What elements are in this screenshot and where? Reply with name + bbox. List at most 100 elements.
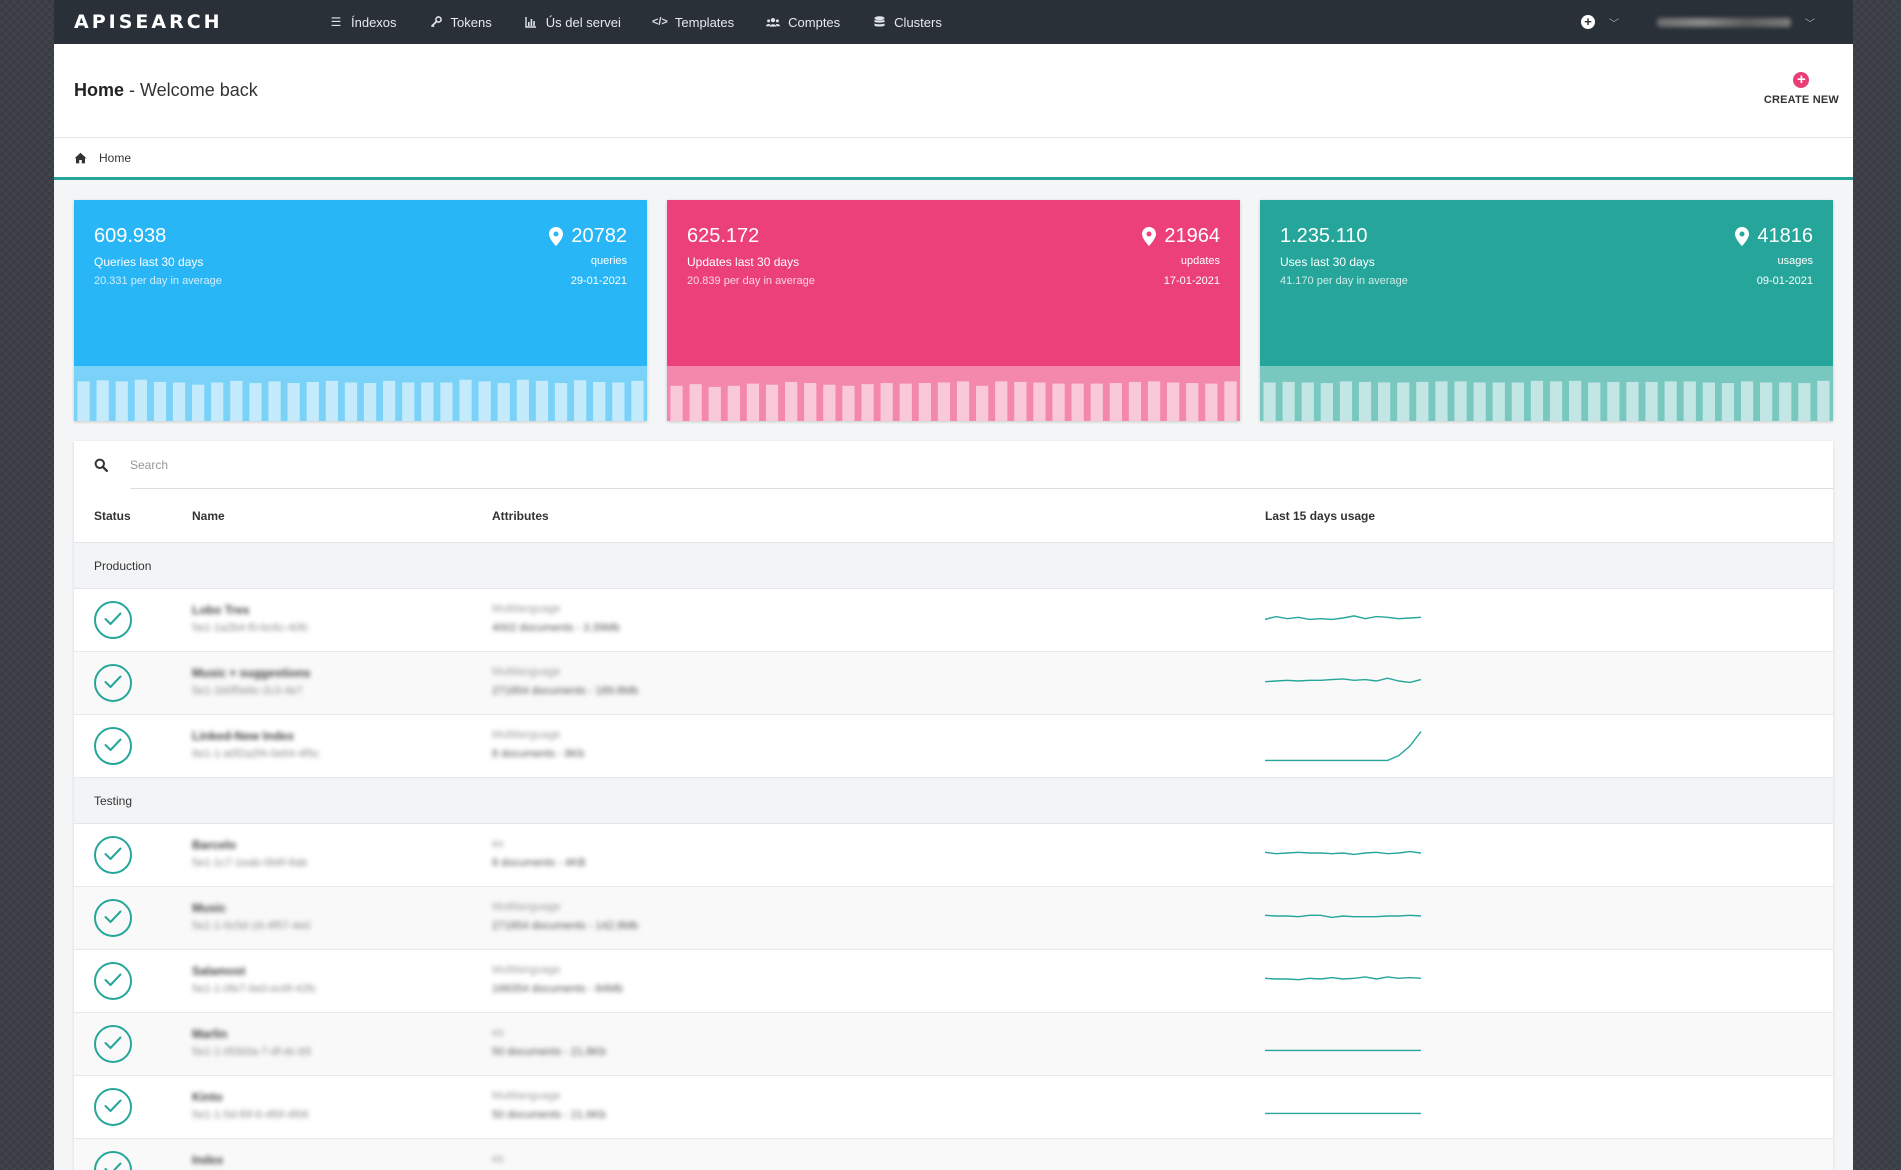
index-language: es	[492, 1153, 504, 1165]
nav-item-label: Ús del servei	[545, 14, 621, 30]
group-header: Production	[74, 543, 1833, 589]
card-label: Updates last 30 days	[687, 255, 800, 269]
daily-bar	[956, 381, 970, 421]
daily-bar	[1740, 381, 1754, 421]
nav-item-indexos[interactable]: ☰ Índexos	[329, 15, 397, 30]
daily-bar	[1397, 382, 1410, 421]
search-input[interactable]	[129, 441, 1833, 489]
table-row[interactable]: Marlin 5e1-1-0f2b0a-7-df-dc-b5 es 50 docume…	[74, 1013, 1833, 1076]
daily-bar	[115, 381, 128, 421]
daily-bar	[746, 383, 760, 421]
index-language: es	[492, 838, 504, 850]
daily-bar	[402, 382, 415, 421]
usage-sparkline	[1265, 1112, 1421, 1115]
daily-bars-chart	[667, 366, 1240, 421]
daily-bar	[249, 383, 262, 421]
daily-bar	[670, 385, 683, 421]
nav-item-label: Índexos	[351, 14, 397, 30]
daily-bar	[383, 380, 396, 421]
index-language: es	[492, 1027, 504, 1039]
table-row[interactable]: Index5e1-1-3des	[74, 1139, 1833, 1170]
index-name[interactable]: Kinto	[192, 1090, 223, 1104]
create-new-button[interactable]: + CREATE NEW	[1764, 72, 1839, 106]
index-name[interactable]: Lobo Tres	[192, 603, 249, 617]
daily-bar	[1282, 381, 1295, 421]
daily-bar	[554, 383, 568, 421]
card-peak: 21964	[1142, 225, 1220, 248]
sparkline-line	[1265, 976, 1422, 981]
card-peak: 20782	[549, 225, 627, 248]
card-peak-unit: updates	[1180, 255, 1220, 267]
breadcrumb-home[interactable]: Home	[99, 151, 131, 165]
daily-bar	[459, 379, 472, 421]
table-row[interactable]: Lobo Tres 5e1-1a2b4-f0-bc6c-40fc Multilang…	[74, 589, 1833, 652]
chevron-down-icon[interactable]: ﹀	[1609, 15, 1619, 30]
card-peak: 41816	[1735, 225, 1813, 248]
daily-bar	[880, 383, 893, 421]
nav-item-label: Clusters	[894, 14, 942, 30]
nav-item-templates[interactable]: </> Templates	[652, 15, 734, 30]
index-id: 5e1-1-5d-f0f-6-4f0f-4f06	[192, 1109, 309, 1121]
daily-bar	[1052, 383, 1065, 421]
table-row[interactable]: Kinto 5e1-1-5d-f0f-6-4f0f-4f06 Multilangua…	[74, 1076, 1833, 1139]
table-row[interactable]: Linked-New Index 6e1-1-a0f2a2f4-0e64-4f5c…	[74, 715, 1833, 778]
daily-bar	[1014, 381, 1027, 421]
key-icon	[429, 15, 443, 29]
daily-bar	[363, 383, 377, 421]
search-bar	[74, 441, 1833, 489]
nav-item-clusters[interactable]: Clusters	[872, 15, 942, 30]
index-name[interactable]: Salamost	[192, 964, 245, 978]
index-language: Multilanguage	[492, 603, 561, 615]
daily-bar	[1798, 383, 1811, 421]
daily-bar	[516, 379, 529, 421]
nav-item-comptes[interactable]: Comptes	[766, 15, 840, 30]
nav-item-tokens[interactable]: Tokens	[429, 15, 492, 30]
usage-sparkline	[1265, 1049, 1421, 1052]
index-stats: 168354 documents - 84Mb	[492, 983, 623, 995]
breadcrumb: Home	[54, 138, 1853, 180]
status-ok-icon	[94, 664, 132, 702]
daily-bar	[421, 382, 434, 421]
plus-circle-icon[interactable]: +	[1581, 15, 1595, 29]
sparkline-line	[1265, 677, 1422, 684]
sparkline-line	[1265, 615, 1422, 621]
index-name[interactable]: Music	[192, 901, 226, 915]
daily-bar	[631, 380, 644, 421]
index-name[interactable]: Linked-New Index	[192, 729, 294, 743]
map-pin-icon	[549, 227, 564, 246]
card-label: Queries last 30 days	[94, 255, 204, 269]
table-row[interactable]: Barcelo 5e1-1c7-1eab-0b6f-8ab es 8 document…	[74, 824, 1833, 887]
plus-circle-icon: +	[1793, 72, 1810, 88]
nav-item-us-del-servei[interactable]: Ús del servei	[524, 15, 621, 30]
chevron-down-icon[interactable]: ﹀	[1805, 15, 1815, 30]
status-ok-icon	[94, 1151, 132, 1170]
user-menu[interactable]	[1657, 17, 1791, 27]
index-name[interactable]: Music + suggestions	[192, 666, 310, 680]
index-name[interactable]: Index	[192, 1153, 223, 1167]
logo[interactable]: APISEARCH	[74, 11, 329, 33]
index-name[interactable]: Marlin	[192, 1027, 227, 1041]
home-icon[interactable]	[74, 152, 87, 164]
index-stats: 8 documents - 4KB	[492, 857, 586, 869]
table-row[interactable]: Music + suggestions 5e1-1b0f5e6c-2c3-4e7 M…	[74, 652, 1833, 715]
table-row[interactable]: Music 5e1-1-0c5d-16-4f57-4e0 Multilanguage…	[74, 887, 1833, 950]
column-header-name[interactable]: Name	[192, 509, 225, 523]
daily-bar	[1224, 381, 1237, 421]
daily-bar	[1664, 381, 1677, 421]
daily-bar	[192, 384, 205, 421]
column-header-usage[interactable]: Last 15 days usage	[1265, 509, 1375, 523]
check-icon	[104, 910, 122, 923]
daily-bar	[842, 385, 855, 421]
index-id: 5e1-1-0f2b0a-7-df-dc-b5	[192, 1046, 312, 1058]
daily-bar	[172, 382, 186, 421]
card-peak-date: 29-01-2021	[570, 275, 627, 287]
card-total: 1.235.110	[1280, 225, 1368, 247]
status-ok-icon	[94, 727, 132, 765]
index-stats: 8 documents - 8Kb	[492, 748, 585, 760]
column-header-status[interactable]: Status	[94, 509, 131, 523]
table-row[interactable]: Salamost 5e1-1-0fe7-6e0-ec6f-42fc Multilan…	[74, 950, 1833, 1013]
uses-card: 1.235.110 Uses last 30 days 41.170 per d…	[1260, 200, 1833, 421]
daily-bar	[1817, 380, 1830, 421]
index-name[interactable]: Barcelo	[192, 838, 236, 852]
column-header-attributes[interactable]: Attributes	[492, 509, 549, 523]
